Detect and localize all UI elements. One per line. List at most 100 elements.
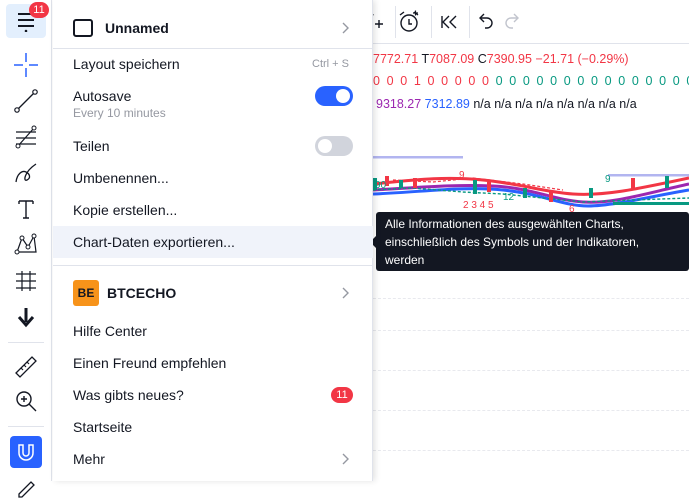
indicator-value-2: 7312.89 — [424, 97, 470, 111]
chart-top-toolbar — [373, 0, 689, 44]
share-toggle[interactable] — [315, 136, 353, 156]
save-layout-label: Layout speichern — [73, 56, 180, 72]
whats-new-label: Was gibts neues? — [73, 387, 184, 403]
indicator-value-1: 9318.27 — [376, 97, 422, 111]
grid-line — [373, 370, 689, 371]
whats-new-item[interactable]: Was gibts neues? 11 — [53, 381, 373, 409]
trend-line-tool[interactable] — [6, 84, 46, 118]
chevron-right-icon — [342, 287, 349, 299]
chevron-right-icon — [342, 453, 349, 465]
svg-text:9: 9 — [459, 170, 465, 181]
pattern-icon — [14, 233, 37, 255]
ohlc-legend: 7772.71 T7087.09 C7390.95 −21.71 (−0.29%… — [373, 52, 629, 66]
text-tool[interactable] — [6, 192, 46, 226]
export-label: Chart-Daten exportieren... — [73, 234, 235, 250]
home-item[interactable]: Startseite — [53, 413, 373, 441]
brush-icon — [15, 163, 37, 183]
help-center-item[interactable]: Hilfe Center — [53, 317, 373, 345]
layout-square-icon — [73, 19, 93, 37]
arrow-down-tool[interactable] — [6, 300, 46, 334]
copy-label: Kopie erstellen... — [73, 202, 178, 218]
zoom-in-tool[interactable] — [6, 384, 46, 418]
toggle-knob — [318, 139, 332, 153]
change-value: −21.71 (−0.29%) — [535, 52, 629, 66]
undo-icon — [479, 13, 493, 29]
save-layout-shortcut: Ctrl + S — [312, 58, 349, 70]
left-toolbar: 11 — [0, 0, 52, 498]
autosave-toggle[interactable] — [315, 86, 353, 106]
btcecho-logo-text: BE — [77, 286, 95, 300]
refer-friend-label: Einen Freund empfehlen — [73, 355, 227, 371]
refer-friend-item[interactable]: Einen Freund empfehlen — [53, 349, 373, 377]
layout-item[interactable]: Unnamed — [53, 12, 373, 44]
tooltip-line-3: in einer CSV-Datei gespeichert. — [385, 271, 553, 285]
close-label: C — [477, 52, 487, 66]
arrow-down-icon — [17, 308, 35, 328]
toolbar-divider — [8, 426, 44, 427]
autosave-sublabel: Every 10 minutes — [73, 106, 166, 120]
share-label: Teilen — [73, 138, 110, 154]
help-center-label: Hilfe Center — [73, 323, 147, 339]
menu-divider — [53, 265, 373, 266]
close-value: 7390.95 — [486, 52, 532, 66]
export-tooltip: Alle Informationen des ausgewählten Char… — [376, 212, 689, 285]
autosave-label: Autosave — [73, 88, 132, 104]
toggle-knob — [336, 89, 350, 103]
autosave-item[interactable]: Autosave Every 10 minutes — [53, 84, 373, 124]
layout-name: Unnamed — [105, 20, 169, 36]
text-icon — [18, 200, 34, 219]
whats-new-badge: 11 — [331, 387, 353, 403]
redo-button[interactable] — [497, 6, 529, 38]
alarm-clock-icon — [399, 10, 419, 32]
alert-button[interactable] — [393, 6, 425, 38]
pattern-tool[interactable] — [6, 228, 46, 262]
indicator-values-red: 0 0 0 1 0 0 0 0 0 — [373, 74, 491, 88]
btcecho-logo: BE — [73, 280, 99, 306]
toolbar-divider — [8, 342, 44, 343]
measure-tool[interactable] — [6, 264, 46, 298]
export-data-item[interactable]: Chart-Daten exportieren... — [53, 226, 373, 258]
grid-line — [373, 330, 689, 331]
ruler-icon — [15, 356, 37, 378]
indicator-legend-row-2: 9318.27 7312.89 n/a n/a n/a n/a n/a n/a … — [376, 97, 637, 111]
btcecho-item[interactable]: BE BTCECHO — [53, 278, 373, 308]
pencil-icon — [18, 481, 35, 498]
svg-text:9: 9 — [605, 174, 611, 185]
chevron-right-icon — [342, 22, 349, 34]
menu-notification-badge: 11 — [29, 2, 49, 18]
measure-icon — [16, 271, 36, 291]
more-label: Mehr — [73, 451, 105, 467]
ruler-tool[interactable] — [6, 350, 46, 384]
svg-text:90: 90 — [375, 180, 387, 191]
save-layout-item[interactable]: Layout speichern Ctrl + S — [53, 50, 373, 78]
replay-button[interactable] — [433, 6, 465, 38]
copy-item[interactable]: Kopie erstellen... — [53, 196, 373, 224]
fib-tool[interactable] — [6, 120, 46, 154]
toolbar-divider — [431, 6, 432, 38]
redo-icon — [505, 13, 519, 29]
crosshair-tool[interactable] — [6, 48, 46, 82]
svg-text:2 3 4 5: 2 3 4 5 — [463, 200, 494, 211]
high-value: 7772.71 — [373, 52, 419, 66]
pencil-tool[interactable] — [6, 470, 46, 504]
rename-item[interactable]: Umbenennen... — [53, 164, 373, 192]
rename-label: Umbenennen... — [73, 170, 169, 186]
zoom-in-icon — [16, 391, 37, 412]
btcecho-label: BTCECHO — [107, 285, 177, 301]
grid-line — [373, 450, 689, 451]
main-menu-dropdown: Unnamed Layout speichern Ctrl + S Autosa… — [53, 0, 373, 481]
trend-line-icon — [14, 89, 38, 113]
indicators-icon — [373, 14, 383, 28]
low-value: 7087.09 — [429, 52, 475, 66]
share-item[interactable]: Teilen — [53, 132, 373, 160]
crosshair-icon — [14, 53, 38, 77]
magnet-tool[interactable] — [10, 436, 42, 468]
indicator-na-values: n/a n/a n/a n/a n/a n/a n/a n/a — [473, 97, 637, 111]
low-label: T — [421, 52, 430, 66]
indicators-button[interactable] — [373, 6, 391, 38]
more-item[interactable]: Mehr — [53, 445, 373, 473]
indicator-legend-row: 0 0 0 1 0 0 0 0 0 0 0 0 0 0 0 0 0 0 0 0 … — [373, 74, 689, 88]
brush-tool[interactable] — [6, 156, 46, 190]
fib-icon — [15, 125, 37, 149]
grid-line — [373, 298, 689, 299]
